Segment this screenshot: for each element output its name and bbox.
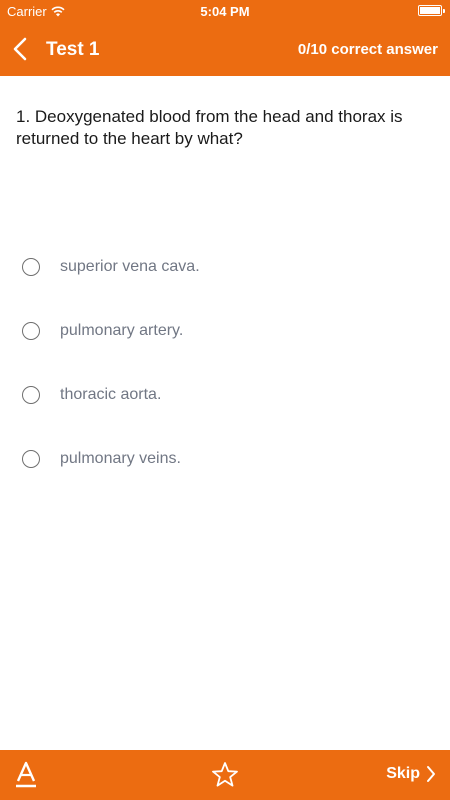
answer-options: superior vena cava. pulmonary artery. th…	[0, 235, 450, 491]
answer-label: superior vena cava.	[60, 258, 200, 275]
answer-label: thoracic aorta.	[60, 386, 162, 403]
answer-option[interactable]: pulmonary artery.	[0, 299, 450, 363]
chevron-left-icon[interactable]	[10, 36, 32, 62]
answer-label: pulmonary veins.	[60, 450, 181, 467]
chevron-right-icon	[427, 766, 435, 782]
radio-icon[interactable]	[22, 322, 40, 340]
status-bar: Carrier 5:04 PM	[0, 0, 450, 22]
skip-button[interactable]: Skip	[386, 765, 436, 783]
star-icon[interactable]	[211, 761, 239, 789]
page-title: Test 1	[46, 39, 100, 60]
question-text: 1. Deoxygenated blood from the head and …	[16, 107, 403, 148]
nav-bar: Test 1 0/10 correct answer	[0, 22, 450, 76]
radio-icon[interactable]	[22, 258, 40, 276]
score-label: 0/10 correct answer	[297, 41, 438, 58]
answer-label: pulmonary artery.	[60, 322, 184, 339]
answer-option[interactable]: superior vena cava.	[0, 235, 450, 299]
status-time: 5:04 PM	[200, 4, 250, 19]
skip-label: Skip	[386, 765, 420, 782]
font-size-icon[interactable]	[14, 761, 38, 789]
radio-icon[interactable]	[22, 450, 40, 468]
battery-icon	[418, 5, 445, 16]
answer-option[interactable]: pulmonary veins.	[0, 427, 450, 491]
answer-option[interactable]: thoracic aorta.	[0, 363, 450, 427]
bottom-toolbar: Skip	[0, 750, 450, 800]
radio-icon[interactable]	[22, 386, 40, 404]
